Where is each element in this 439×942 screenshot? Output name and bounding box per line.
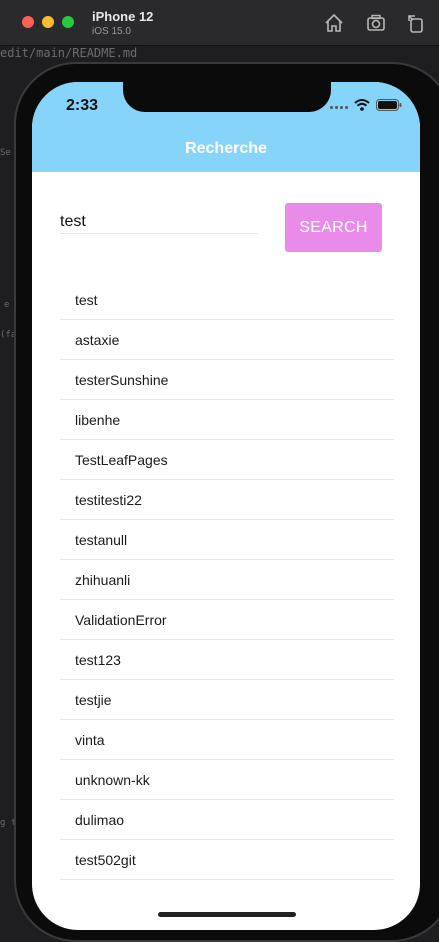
screenshot-icon[interactable] [365, 12, 387, 34]
list-item[interactable]: astaxie [60, 320, 394, 360]
list-item[interactable]: unknown-kk [60, 760, 394, 800]
list-item[interactable]: test502git [60, 840, 394, 880]
zoom-window-button[interactable] [62, 16, 74, 28]
status-icons [330, 98, 402, 116]
list-item[interactable]: TestLeafPages [60, 440, 394, 480]
phone-screen: 2:33 Recherche SEARCH test astaxie teste… [32, 82, 420, 930]
home-icon[interactable] [323, 12, 345, 34]
page-title: Recherche [185, 140, 267, 157]
list-item[interactable]: ValidationError [60, 600, 394, 640]
list-item[interactable]: testitesti22 [60, 480, 394, 520]
wifi-icon [354, 98, 370, 116]
device-notch [123, 82, 331, 112]
close-window-button[interactable] [22, 16, 34, 28]
background-file-path: edit/main/README.md [0, 46, 138, 60]
simulator-device-name: iPhone 12 [92, 9, 154, 24]
signal-dots-icon [330, 105, 348, 109]
search-input[interactable] [60, 210, 258, 234]
list-item[interactable]: test [60, 280, 394, 320]
status-time: 2:33 [66, 97, 99, 114]
background-fragment: e [4, 300, 10, 310]
background-fragment: Se [0, 148, 11, 158]
simulator-titlebar: iPhone 12 iOS 15.0 [0, 0, 439, 46]
list-item[interactable]: test123 [60, 640, 394, 680]
home-indicator[interactable] [158, 912, 296, 917]
list-item[interactable]: dulimao [60, 800, 394, 840]
list-item[interactable]: testjie [60, 680, 394, 720]
battery-icon [376, 98, 402, 116]
rotate-icon[interactable] [405, 12, 427, 34]
list-item[interactable]: libenhe [60, 400, 394, 440]
list-item[interactable]: testerSunshine [60, 360, 394, 400]
results-list: test astaxie testerSunshine libenhe Test… [60, 280, 394, 880]
simulator-os-version: iOS 15.0 [92, 26, 131, 37]
minimize-window-button[interactable] [42, 16, 54, 28]
search-button[interactable]: SEARCH [285, 203, 382, 252]
list-item[interactable]: vinta [60, 720, 394, 760]
list-item[interactable]: testanull [60, 520, 394, 560]
list-item[interactable]: zhihuanli [60, 560, 394, 600]
